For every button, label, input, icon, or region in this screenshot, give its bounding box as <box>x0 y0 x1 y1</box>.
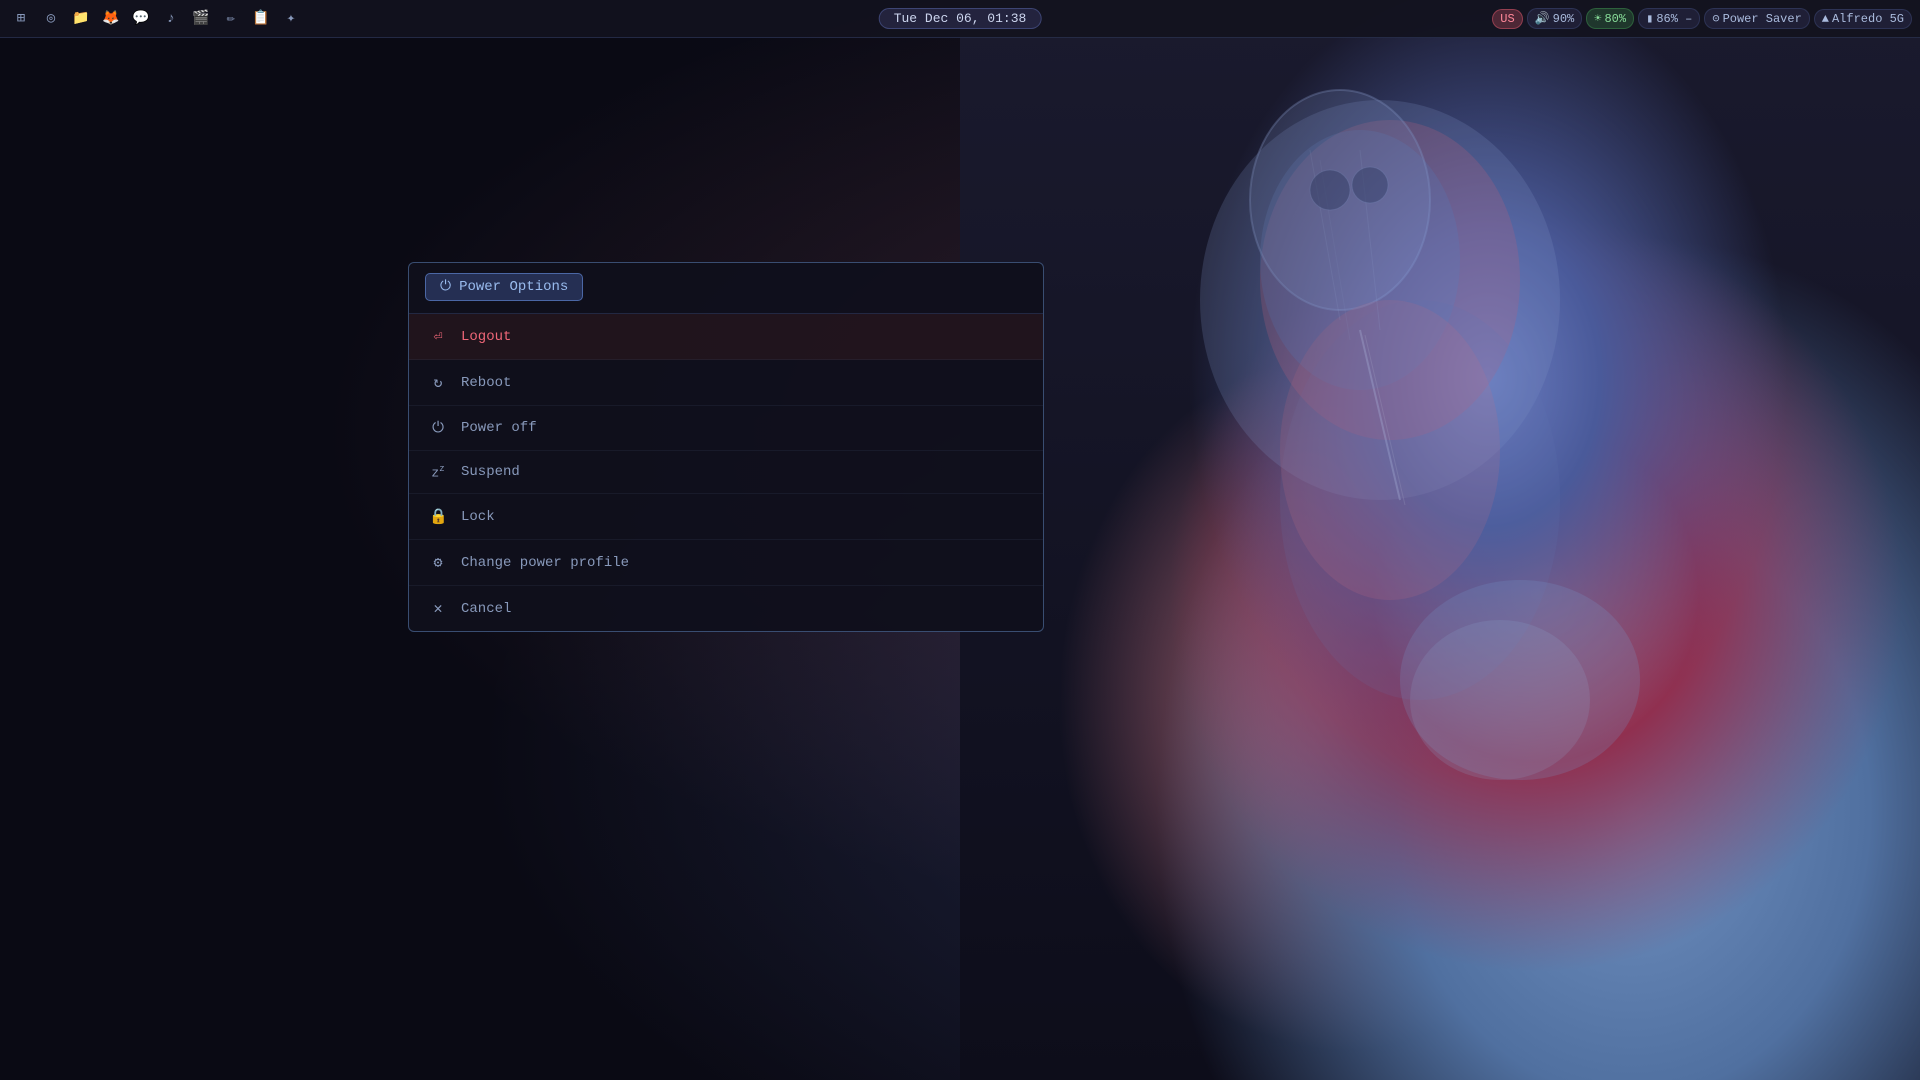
power-menu-list: ⏎ Logout ↻ Reboot ⏻ Power off zz Suspend… <box>409 314 1043 631</box>
clock[interactable]: Tue Dec 06, 01:38 <box>879 8 1042 29</box>
power-menu-item-lock[interactable]: 🔒 Lock <box>409 494 1043 540</box>
power-dialog-title: Power Options <box>459 279 568 295</box>
cancel-label: Cancel <box>461 601 511 617</box>
logout-label: Logout <box>461 329 511 345</box>
brightness-indicator[interactable]: ☀ 80% <box>1586 8 1634 29</box>
language-label: US <box>1500 12 1514 26</box>
power-options-title-button[interactable]: ⏻ Power Options <box>425 273 583 301</box>
music-icon[interactable]: ♪ <box>158 6 184 32</box>
volume-value: 90% <box>1553 12 1575 26</box>
battery-value: 86% – <box>1656 12 1692 26</box>
cancel-icon: ✕ <box>429 599 447 618</box>
poweroff-label: Power off <box>461 420 537 436</box>
pencil-icon[interactable]: ✏ <box>218 6 244 32</box>
volume-indicator[interactable]: 🔊 90% <box>1527 8 1583 29</box>
power-menu-item-change-power-profile[interactable]: ⚙ Change power profile <box>409 540 1043 586</box>
logout-icon: ⏎ <box>429 327 447 346</box>
grid-icon[interactable]: ⊞ <box>8 6 34 32</box>
chat-icon[interactable]: 💬 <box>128 6 154 32</box>
power-saver-indicator[interactable]: ⊝ Power Saver <box>1704 8 1809 29</box>
battery-icon: ▮ <box>1646 11 1653 26</box>
change-power-profile-label: Change power profile <box>461 555 629 571</box>
wifi-indicator[interactable]: ▲ Alfredo 5G <box>1814 9 1912 29</box>
volume-icon: 🔊 <box>1535 11 1550 26</box>
power-menu-item-reboot[interactable]: ↻ Reboot <box>409 360 1043 406</box>
power-saver-label: Power Saver <box>1723 12 1802 26</box>
suspend-icon: zz <box>429 464 447 480</box>
top-panel: ⊞ ◎ 📁 🦊 💬 ♪ 🎬 ✏ 📋 ✦ Tue Dec 06, 01:38 US… <box>0 0 1920 38</box>
power-title-icon: ⏻ <box>440 279 451 295</box>
suspend-label: Suspend <box>461 464 520 480</box>
firefox-icon[interactable]: 🦊 <box>98 6 124 32</box>
power-menu-item-cancel[interactable]: ✕ Cancel <box>409 586 1043 631</box>
circle-icon[interactable]: ◎ <box>38 6 64 32</box>
skeleton-background <box>960 0 1920 1080</box>
taskbar-left: ⊞ ◎ 📁 🦊 💬 ♪ 🎬 ✏ 📋 ✦ <box>8 6 304 32</box>
power-menu-item-suspend[interactable]: zz Suspend <box>409 451 1043 494</box>
wifi-label: Alfredo 5G <box>1832 12 1904 26</box>
reboot-label: Reboot <box>461 375 511 391</box>
skeleton-svg <box>960 0 1920 1080</box>
folder-icon[interactable]: 📁 <box>68 6 94 32</box>
reboot-icon: ↻ <box>429 373 447 392</box>
brightness-icon: ☀ <box>1594 11 1601 26</box>
lock-icon: 🔒 <box>429 507 447 526</box>
power-saver-icon: ⊝ <box>1712 11 1719 26</box>
power-menu-item-logout[interactable]: ⏎ Logout <box>409 314 1043 360</box>
power-dialog-header: ⏻ Power Options <box>409 263 1043 314</box>
taskbar-center: Tue Dec 06, 01:38 <box>879 8 1042 29</box>
wifi-icon: ▲ <box>1822 12 1829 26</box>
lock-label: Lock <box>461 509 495 525</box>
battery-indicator[interactable]: ▮ 86% – <box>1638 8 1700 29</box>
power-dialog: ⏻ Power Options ⏎ Logout ↻ Reboot ⏻ Powe… <box>408 262 1044 632</box>
poweroff-icon: ⏻ <box>429 419 447 437</box>
taskbar-right: US 🔊 90% ☀ 80% ▮ 86% – ⊝ Power Saver ▲ A… <box>1492 8 1912 29</box>
video-icon[interactable]: 🎬 <box>188 6 214 32</box>
app-settings-icon[interactable]: ✦ <box>278 6 304 32</box>
change-power-profile-icon: ⚙ <box>429 553 447 572</box>
language-indicator[interactable]: US <box>1492 9 1522 29</box>
brightness-value: 80% <box>1604 12 1626 26</box>
power-menu-item-poweroff[interactable]: ⏻ Power off <box>409 406 1043 451</box>
notes-icon[interactable]: 📋 <box>248 6 274 32</box>
